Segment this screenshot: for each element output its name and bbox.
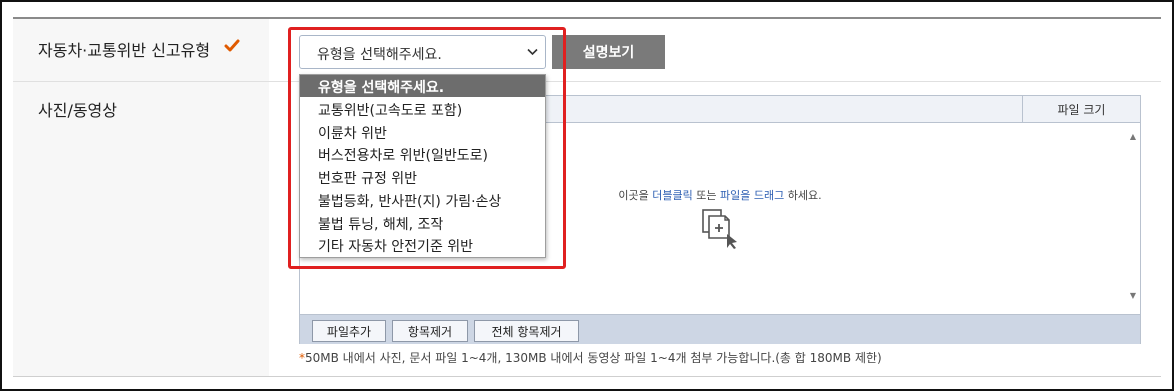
drop-hint-doubleclick: 더블클릭 [652,189,693,202]
upload-notice: *50MB 내에서 사진, 문서 파일 1~4개, 130MB 내에서 동영상 … [299,349,882,366]
file-list-scrollbar[interactable] [1124,124,1140,314]
file-add-icon[interactable] [701,208,741,250]
drop-hint-drag: 파일을 드래그 [720,189,785,202]
scroll-down-icon[interactable]: ▼ [1130,291,1136,300]
checkmark-icon [224,39,240,52]
bottom-divider [13,376,1161,377]
view-description-button[interactable]: 설명보기 [552,35,665,69]
row-divider [13,81,1161,82]
drop-hint-text: 이곳을 더블클릭 또는 파일을 드래그 하세요. [618,189,822,202]
scroll-up-icon[interactable]: ▲ [1130,132,1136,141]
report-type-label: 자동차·교통위반 신고유형 [38,41,211,60]
highlight-annotation [288,27,566,269]
remove-item-button[interactable]: 항목제거 [392,320,468,342]
upload-notice-text: 50MB 내에서 사진, 문서 파일 1~4개, 130MB 내에서 동영상 파… [305,351,882,365]
file-toolbar: 파일추가 항목제거 전체 항목제거 [300,314,1140,344]
file-size-column-header: 파일 크기 [1057,103,1106,117]
add-file-button[interactable]: 파일추가 [312,320,386,342]
label-column [13,19,269,376]
remove-all-items-button[interactable]: 전체 항목제거 [474,320,579,342]
top-divider [13,17,1161,19]
media-label: 사진/동영상 [38,101,117,120]
